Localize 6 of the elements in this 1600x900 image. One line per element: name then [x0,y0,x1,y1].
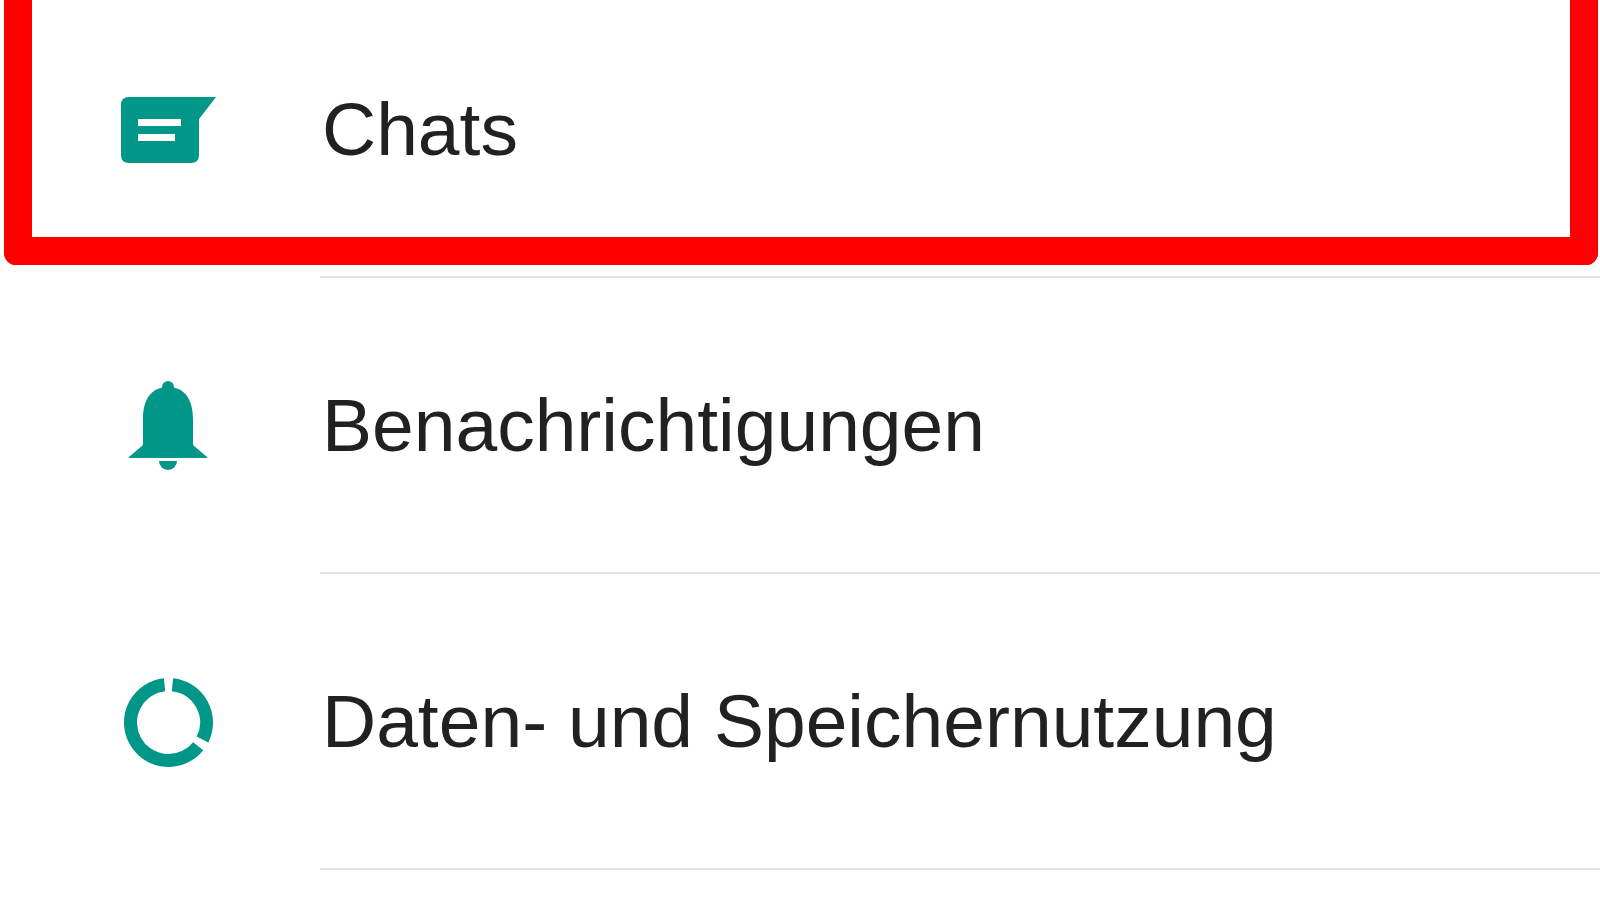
menu-item-text[interactable]: Chats [322,84,518,174]
bell-icon [129,381,207,471]
menu-item-text[interactable]: Daten- und Speichernutzung [322,676,1277,766]
menu-item-text[interactable]: Benachrichtigungen [322,380,985,470]
chat-bubble-icon [120,97,216,163]
donut-chart-icon [123,677,213,767]
